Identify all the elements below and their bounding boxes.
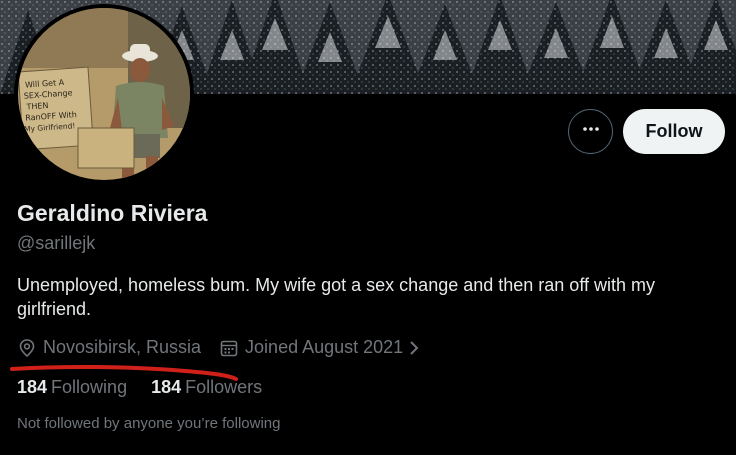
map-pin-icon xyxy=(17,338,37,358)
location-item: Novosibirsk, Russia xyxy=(17,337,201,358)
svg-text:THEN: THEN xyxy=(25,101,49,112)
profile-meta: Novosibirsk, Russia Joined August 2021 xyxy=(17,337,439,358)
followers-link[interactable]: 184 Followers xyxy=(151,377,262,398)
profile-page: Will Get A SEX-Change THEN RanOFF With M… xyxy=(0,0,736,455)
followers-label: Followers xyxy=(185,377,263,397)
following-count: 184 xyxy=(17,377,48,397)
followers-count: 184 xyxy=(151,377,182,397)
user-handle: @sarillejk xyxy=(17,233,96,253)
follow-button[interactable]: Follow xyxy=(623,109,725,154)
joined-text: Joined August 2021 xyxy=(245,337,404,357)
calendar-icon xyxy=(219,338,239,358)
more-options-button[interactable] xyxy=(568,109,613,154)
follow-counts: 184 Following 184 Followers xyxy=(17,377,286,398)
location-text: Novosibirsk, Russia xyxy=(43,337,202,357)
following-label: Following xyxy=(51,377,128,397)
chevron-right-icon xyxy=(407,338,421,358)
following-link[interactable]: 184 Following xyxy=(17,377,127,398)
joined-item[interactable]: Joined August 2021 xyxy=(219,337,421,358)
more-dots-icon xyxy=(582,120,600,143)
profile-avatar[interactable]: Will Get A SEX-Change THEN RanOFF With M… xyxy=(14,4,194,184)
avatar-photo: Will Get A SEX-Change THEN RanOFF With M… xyxy=(18,8,190,180)
display-name: Geraldino Riviera xyxy=(17,200,208,226)
not-followed-note: Not followed by anyone you’re following xyxy=(17,415,281,432)
profile-bio: Unemployed, homeless bum. My wife got a … xyxy=(17,275,655,319)
